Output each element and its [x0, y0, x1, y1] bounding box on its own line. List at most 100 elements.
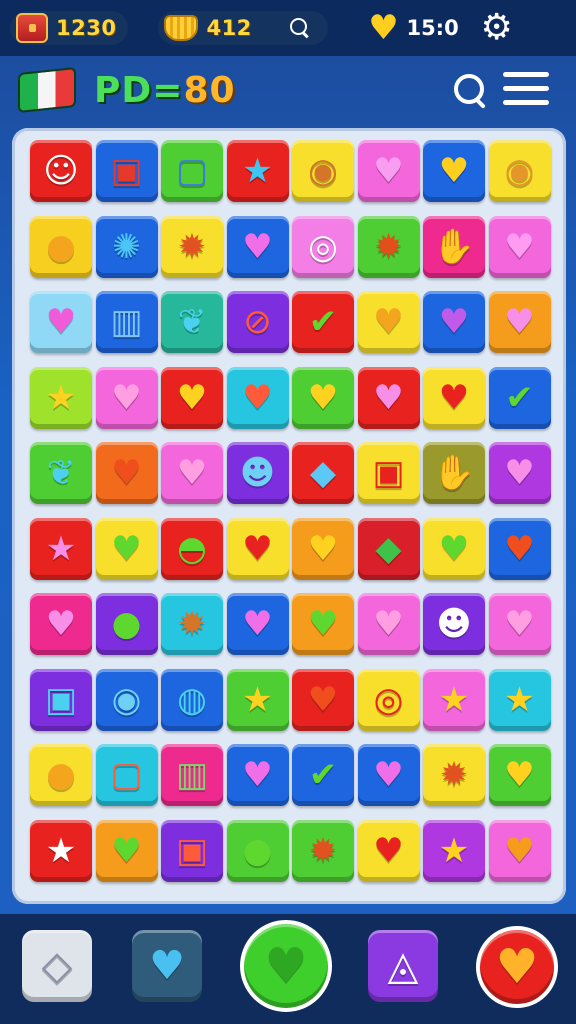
tile-orange[interactable]: ● — [30, 744, 92, 806]
tile-heart[interactable]: ♥ — [226, 593, 289, 655]
tile-star[interactable]: ★ — [30, 517, 92, 580]
action-bar: ◇ ♥ ♥ ◬ ♥ — [0, 914, 576, 1024]
tile-gem[interactable]: ◆ — [292, 442, 354, 504]
tile-heart[interactable]: ♥ — [30, 291, 92, 353]
tile-heart[interactable]: ♥ — [423, 366, 485, 429]
tile-pot[interactable]: ◉ — [292, 140, 354, 202]
tile-heart[interactable]: ♥ — [292, 593, 354, 655]
tile-card[interactable]: ▢ — [161, 140, 223, 202]
tile-box[interactable]: ▣ — [357, 442, 420, 504]
tile-sun[interactable]: ✹ — [161, 215, 223, 278]
tile-leaf[interactable]: ❦ — [30, 442, 92, 504]
tile-robot[interactable]: ☻ — [423, 593, 485, 655]
tile-heart[interactable]: ♥ — [488, 517, 551, 580]
shield-icon: ♥ — [149, 943, 185, 989]
tile-tablet[interactable]: ▣ — [30, 668, 92, 731]
tile-card[interactable]: ▢ — [95, 744, 158, 806]
tile-face[interactable]: ☺ — [30, 140, 92, 202]
menu-icon[interactable] — [503, 72, 549, 108]
tile-heart[interactable]: ♥ — [161, 442, 223, 504]
tile-heart[interactable]: ♥ — [95, 819, 158, 882]
tile-leaf[interactable]: ● — [226, 819, 289, 882]
tile-sun[interactable]: ✹ — [161, 593, 223, 655]
tile-cup[interactable]: ▣ — [95, 140, 158, 202]
tile-heart[interactable]: ♥ — [357, 819, 420, 882]
tile-heart[interactable]: ♥ — [488, 215, 551, 278]
heart-play-icon: ♥ — [264, 938, 308, 994]
tile-heart[interactable]: ♥ — [357, 140, 420, 202]
tile-leaf[interactable]: ✔ — [488, 366, 551, 429]
tile-heart[interactable]: ♥ — [488, 819, 551, 882]
tile-heart[interactable]: ♥ — [95, 442, 158, 504]
heart-play-button[interactable]: ♥ — [240, 920, 332, 1012]
tile-bear[interactable]: ☻ — [226, 442, 289, 504]
tile-heart[interactable]: ♥ — [488, 593, 551, 655]
tile-heart[interactable]: ♥ — [488, 291, 551, 353]
leaf-icon: ❦ — [177, 302, 207, 342]
tile-leaf[interactable]: ✔ — [292, 744, 354, 806]
tile-block[interactable]: ⊘ — [226, 291, 289, 353]
tile-box[interactable]: ▣ — [161, 819, 223, 882]
tile-heart[interactable]: ♥ — [488, 744, 551, 806]
tile-heart[interactable]: ♥ — [357, 291, 420, 353]
tile-basket[interactable]: ◉ — [488, 140, 551, 202]
tile-heart[interactable]: ♥ — [292, 366, 354, 429]
tile-gem[interactable]: ◆ — [357, 517, 420, 580]
tile-heart[interactable]: ♥ — [292, 517, 354, 580]
tile-heart[interactable]: ♥ — [95, 517, 158, 580]
tile-heart[interactable]: ♥ — [161, 366, 223, 429]
card-icon: ▢ — [175, 151, 209, 191]
tile-star[interactable]: ★ — [423, 668, 485, 731]
tile-sun[interactable]: ✹ — [292, 819, 354, 882]
tile-sun[interactable]: ✹ — [423, 744, 485, 806]
heart-icon: ♥ — [504, 604, 535, 644]
tile-leaf[interactable]: ❦ — [161, 291, 223, 353]
tile-heart[interactable]: ♥ — [423, 517, 485, 580]
tile-ball[interactable]: ✺ — [95, 215, 158, 278]
tile-heart[interactable]: ♥ — [226, 215, 289, 278]
tile-bucket[interactable]: ▥ — [161, 744, 223, 806]
tile-leaf[interactable]: ✔ — [292, 291, 354, 353]
tile-heart[interactable]: ♥ — [292, 668, 354, 731]
tile-camera[interactable]: ◉ — [95, 668, 158, 731]
lives-timer[interactable]: ♥ 15:0 — [366, 11, 458, 45]
heart-power-button[interactable]: ♥ — [476, 926, 558, 1008]
tile-star[interactable]: ★ — [488, 668, 551, 731]
tile-donut[interactable]: ◎ — [357, 668, 420, 731]
tile-cake[interactable]: ◓ — [161, 517, 223, 580]
tablet-icon: ▣ — [44, 679, 78, 720]
chest-counter[interactable]: 1230 — [10, 11, 129, 45]
tile-heart[interactable]: ♥ — [95, 366, 158, 429]
search-icon[interactable] — [454, 74, 488, 108]
tile-heart[interactable]: ♥ — [488, 442, 551, 504]
diamond-button[interactable]: ◇ — [22, 930, 92, 1002]
flask-button[interactable]: ◬ — [368, 930, 438, 1002]
tile-star[interactable]: ★ — [423, 819, 485, 882]
tile-heart[interactable]: ♥ — [357, 366, 420, 429]
tile-orange[interactable]: ● — [30, 215, 92, 278]
tile-heart[interactable]: ♥ — [357, 593, 420, 655]
tile-pan[interactable]: ◍ — [161, 668, 223, 731]
tile-film[interactable]: ◎ — [292, 215, 354, 278]
card-icon: ▢ — [110, 755, 143, 795]
search-icon[interactable] — [289, 18, 310, 38]
tile-sun[interactable]: ✹ — [357, 215, 420, 278]
gear-icon[interactable]: ⚙ — [479, 10, 515, 46]
tile-glove[interactable]: ✋ — [423, 442, 485, 504]
tile-star[interactable]: ★ — [30, 819, 92, 882]
tile-heart[interactable]: ♥ — [423, 140, 485, 202]
tile-heart[interactable]: ♥ — [226, 517, 289, 580]
tile-heart[interactable]: ♥ — [357, 744, 420, 806]
coin-counter[interactable]: 412 — [158, 11, 329, 45]
tile-jar[interactable]: ▥ — [95, 291, 158, 353]
tile-apple[interactable]: ● — [95, 593, 158, 655]
tile-star[interactable]: ★ — [30, 366, 92, 429]
tile-hand[interactable]: ✋ — [423, 215, 485, 278]
tile-heart[interactable]: ♥ — [423, 291, 485, 353]
tile-heart[interactable]: ♥ — [30, 593, 92, 655]
tile-heart[interactable]: ♥ — [226, 744, 289, 806]
tile-star[interactable]: ★ — [226, 140, 289, 202]
tile-heart[interactable]: ♥ — [226, 366, 289, 429]
shield-button[interactable]: ♥ — [132, 930, 202, 1002]
tile-star[interactable]: ★ — [226, 668, 289, 731]
